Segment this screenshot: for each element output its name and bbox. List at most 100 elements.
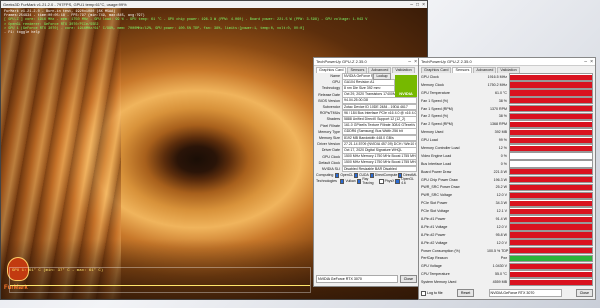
sensor-value: 1916.5 MHz [487, 74, 507, 79]
sensor-name: GPU Chip Power Draw [421, 177, 458, 182]
close-icon[interactable]: × [422, 2, 425, 8]
sensor-value: 38 % [498, 98, 507, 103]
sensor-row[interactable]: 8-Pin #1 Power 91.4 W [421, 215, 593, 223]
info-field-value[interactable]: Disabled Resizable BAR Disabled [342, 165, 417, 173]
sensor-row[interactable]: 8-Pin #2 Voltage 12.0 V [421, 238, 593, 247]
sensor-row[interactable]: Memory Used 392 MB [421, 128, 593, 136]
sensor-graph [509, 96, 593, 105]
sensor-row[interactable]: GPU Voltage 1.0430 V [421, 262, 593, 271]
close-button[interactable]: Close [399, 275, 417, 283]
sensor-row[interactable]: 8-Pin #1 Voltage 12.0 V [421, 223, 593, 231]
sensor-name: PWR_SRC Power Draw [421, 185, 460, 190]
sensor-name: Video Engine Load [421, 153, 452, 158]
sensor-row[interactable]: GPU Load 99 % [421, 136, 593, 144]
sensor-value: 1.0430 V [492, 264, 507, 269]
info-field-label: ROPs/TMUs [319, 111, 340, 116]
close-button[interactable]: Close [575, 289, 593, 297]
sensor-row[interactable]: GPU Clock 1916.5 MHz [421, 73, 593, 81]
sensor-graph-fill [510, 90, 592, 96]
sensor-row[interactable]: Fan 1 Speed (RPM) 1370 RPM [421, 104, 593, 113]
sensor-graph-fill [510, 74, 592, 80]
sensor-row[interactable]: PCIe Slot Power 34.3 W [421, 199, 593, 207]
sensor-graph [509, 254, 593, 263]
sensor-row[interactable]: GPU Chip Power Draw 196.3 W [421, 175, 593, 184]
gpuz-sensors-tabs: Graphics Card Sensors Advanced Validatio… [419, 66, 595, 73]
gpuz-sensors-titlebar[interactable]: TechPowerUp GPU-Z 2.35.0 – × [419, 58, 595, 66]
info-field-label: Pixel Fillrate [320, 123, 340, 128]
sensor-graph-fill [510, 122, 592, 128]
sensor-graph [509, 73, 593, 81]
sensor-name: Board Power Draw [421, 169, 452, 174]
reset-button[interactable]: Reset [456, 289, 475, 297]
vulkan-checkbox [339, 178, 345, 184]
sensor-row[interactable]: Memory Clock 1750.2 MHz [421, 81, 593, 89]
info-field-label: Release Date [318, 92, 340, 97]
sensor-graph-fill [510, 130, 592, 135]
minimize-icon[interactable]: – [408, 59, 411, 65]
sensor-row[interactable]: Fan 1 Speed (%) 38 % [421, 96, 593, 105]
minimize-icon[interactable]: – [410, 2, 413, 8]
sensor-row[interactable]: Bus Interface Load 0 % [421, 159, 593, 168]
sensor-graph [509, 159, 593, 168]
sensor-name: Bus Interface Load [421, 161, 452, 166]
sensor-graph-fill [510, 98, 592, 104]
sensor-graph [509, 223, 593, 231]
info-field-label: Shaders [326, 117, 340, 122]
sensor-value: 0 % [500, 153, 507, 158]
sensor-graph [509, 278, 593, 286]
gpu-select-dropdown[interactable]: NVIDIA GeForce RTX 3070 [488, 289, 562, 297]
furmark-hud: FurMark v1.21.2.0 - Burn-in test, 1920x1… [4, 10, 367, 35]
info-field-label: Memory Size [319, 135, 340, 140]
gpuz-main-title: TechPowerUp GPU-Z 2.35.0 [316, 59, 367, 64]
sensor-name: Fan 1 Speed (RPM) [421, 106, 453, 111]
gpuz-sensors-window[interactable]: TechPowerUp GPU-Z 2.35.0 – × Graphics Ca… [418, 57, 596, 300]
sensor-value: Pwr [500, 256, 507, 261]
sensor-row[interactable]: Memory Controller Load 12 % [421, 144, 593, 152]
minimize-icon[interactable]: – [584, 59, 587, 65]
sensor-value: 0 % [500, 161, 507, 166]
physx-label: PhysX [384, 179, 395, 183]
directcompute-label: DirectCompute [374, 173, 398, 177]
log-to-file-checkbox[interactable]: Log to file [421, 290, 443, 296]
sensor-row[interactable]: Fan 2 Speed (RPM) 1368 RPM [421, 120, 593, 129]
hud-line: [ GPU-Z ] core: 1916 MHz - mem: 1750 MHz… [4, 18, 368, 23]
gpu-select-dropdown[interactable]: NVIDIA GeForce RTX 3070 [316, 275, 398, 283]
sensor-row[interactable]: PCIe Slot Voltage 12.1 V [421, 207, 593, 215]
sensor-name: Memory Used [421, 130, 444, 135]
maximize-icon[interactable]: □ [416, 2, 419, 8]
close-icon[interactable]: × [414, 59, 417, 65]
sensor-graph-fill [510, 255, 592, 262]
sensor-row[interactable]: PerfCap Reason Pwr [421, 254, 593, 263]
sensor-name: System Memory Used [421, 280, 457, 285]
sensor-name: Memory Controller Load [421, 145, 460, 150]
lookup-button[interactable]: Lookup [373, 73, 391, 80]
sensor-value: 25.2 W [495, 185, 507, 190]
sensor-graph [509, 262, 593, 271]
sensor-row[interactable]: 8-Pin #2 Power 95.8 W [421, 230, 593, 239]
sensor-graph-fill [510, 279, 592, 285]
gpuz-main-window[interactable]: TechPowerUp GPU-Z 2.35.0 – × Graphics Ca… [313, 57, 420, 287]
sensor-row[interactable]: GPU Temperature 61.0 °C [421, 88, 593, 97]
sensor-graph [509, 238, 593, 247]
sensor-list: GPU Clock 1916.5 MHz Memory Clock 1750.2 MH… [421, 73, 593, 286]
gpuz-main-titlebar[interactable]: TechPowerUp GPU-Z 2.35.0 – × [314, 58, 419, 66]
sensor-graph-fill [510, 185, 592, 191]
sensor-row[interactable]: Fan 2 Speed (%) 38 % [421, 112, 593, 121]
sensor-row[interactable]: Power Consumption (%) 100.5 % TDP [421, 246, 593, 255]
sensor-row[interactable]: PWR_SRC Voltage 12.0 V [421, 191, 593, 200]
sensor-row[interactable]: System Memory Used 4559 MB [421, 278, 593, 286]
sensor-name: PCIe Slot Power [421, 201, 448, 206]
sensor-row[interactable]: PWR_SRC Power Draw 25.2 W [421, 183, 593, 192]
temperature-graph-line [10, 285, 310, 286]
sensor-name: GPU Temperature [421, 90, 450, 95]
sensor-graph-fill [510, 208, 592, 214]
furmark-window-title: Geeks3D FurMark v1.21.2.0 - 797FPS, GPU1… [3, 2, 127, 7]
sensor-row[interactable]: Video Engine Load 0 % [421, 152, 593, 160]
sensor-row[interactable]: Board Power Draw 221.5 W [421, 167, 593, 176]
sensor-row[interactable]: CPU Temperature 55.0 °C [421, 270, 593, 278]
physx-checkbox [379, 178, 384, 184]
close-icon[interactable]: × [590, 59, 593, 65]
sensor-graph-fill [510, 82, 592, 88]
sensor-value: 1370 RPM [490, 106, 507, 111]
sensor-graph-fill [510, 200, 592, 206]
